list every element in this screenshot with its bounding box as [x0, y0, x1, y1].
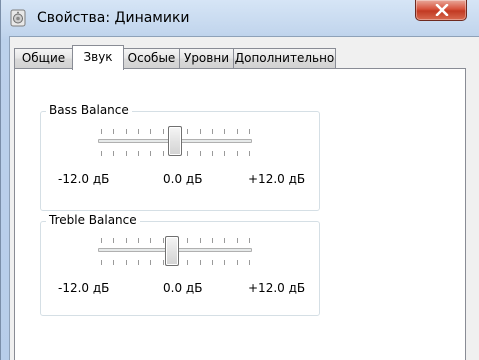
bass-tick [113, 129, 114, 134]
bass-max-label: +12.0 дБ [248, 172, 306, 186]
bass-tick [163, 129, 164, 134]
treble-tick [101, 260, 102, 265]
treble-tick [237, 260, 238, 265]
treble-tick [212, 260, 213, 265]
close-button[interactable] [415, 0, 467, 21]
bass-tick [187, 151, 188, 156]
bass-tick [237, 129, 238, 134]
treble-tick [126, 260, 127, 265]
bass-tick [150, 151, 151, 156]
treble-tick [249, 238, 250, 243]
treble-tick [150, 260, 151, 265]
bass-tick [138, 129, 139, 134]
bass-tick [126, 129, 127, 134]
treble-tick [224, 260, 225, 265]
tab-sound[interactable]: Звук [72, 45, 124, 70]
treble-mid-label: 0.0 дБ [163, 281, 203, 295]
treble-tick [150, 238, 151, 243]
treble-tick [126, 238, 127, 243]
treble-tick [249, 260, 250, 265]
treble-tick [200, 260, 201, 265]
bass-tick [113, 151, 114, 156]
bass-tick [101, 151, 102, 156]
treble-max-label: +12.0 дБ [248, 281, 306, 295]
treble-tick [163, 260, 164, 265]
bass-tick [237, 151, 238, 156]
treble-tick [212, 238, 213, 243]
treble-tick [163, 238, 164, 243]
tab-enhancements[interactable]: Особые [123, 48, 180, 68]
bass-tick [212, 151, 213, 156]
bass-tick [150, 129, 151, 134]
bass-tick [224, 129, 225, 134]
title-bar[interactable]: Свойства: Динамики [1, 0, 479, 36]
bass-tick [101, 129, 102, 134]
bass-tick [200, 151, 201, 156]
bass-min-label: -12.0 дБ [58, 172, 110, 186]
treble-tick [113, 238, 114, 243]
bass-balance-title: Bass Balance [46, 103, 132, 117]
bass-slider-thumb[interactable] [168, 126, 182, 156]
bass-mid-label: 0.0 дБ [163, 172, 203, 186]
bass-tick [200, 129, 201, 134]
tab-levels[interactable]: Уровни [179, 48, 234, 68]
bass-tick [163, 151, 164, 156]
bass-tick [126, 151, 127, 156]
bass-tick [249, 151, 250, 156]
treble-slider-thumb[interactable] [165, 236, 179, 266]
bass-tick [138, 151, 139, 156]
treble-min-label: -12.0 дБ [58, 281, 110, 295]
treble-tick [138, 260, 139, 265]
tab-general[interactable]: Общие [14, 48, 73, 68]
treble-tick [101, 238, 102, 243]
tab-panel-sound: Bass Balance -12.0 дБ 0.0 дБ +12.0 дБ Tr… [14, 68, 466, 360]
tab-strip: Общие Звук Особые Уровни Дополнительно [14, 45, 354, 70]
treble-tick [224, 238, 225, 243]
tab-advanced[interactable]: Дополнительно [233, 48, 336, 68]
close-icon [435, 4, 449, 16]
bass-tick [212, 129, 213, 134]
treble-tick [187, 238, 188, 243]
bass-tick [224, 151, 225, 156]
treble-tick [113, 260, 114, 265]
treble-tick [187, 260, 188, 265]
treble-tick [237, 238, 238, 243]
treble-balance-title: Treble Balance [46, 213, 140, 227]
window-title: Свойства: Динамики [37, 10, 190, 26]
bass-tick [187, 129, 188, 134]
speaker-icon [9, 9, 27, 27]
treble-tick [200, 238, 201, 243]
bass-tick [249, 129, 250, 134]
treble-tick [138, 238, 139, 243]
treble-balance-group: Treble Balance [40, 213, 320, 316]
